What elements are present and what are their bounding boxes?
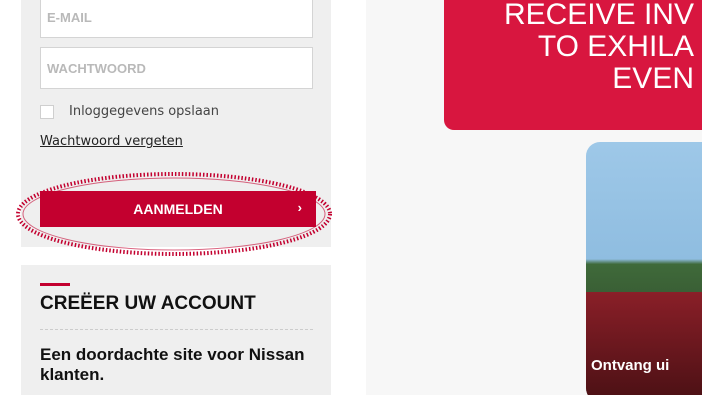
divider — [40, 329, 313, 330]
remember-label: Inloggegevens opslaan — [69, 104, 219, 119]
event-photo[interactable]: Ontvang ui — [586, 142, 702, 395]
email-field[interactable] — [40, 0, 313, 38]
car-image — [586, 292, 702, 395]
password-field[interactable] — [40, 47, 313, 89]
remember-login-row[interactable]: Inloggegevens opslaan — [40, 104, 219, 119]
create-account-description: Een doordachte site voor Nissan klanten. — [40, 345, 305, 384]
promo-line-3: EVEN — [612, 62, 694, 95]
promo-line-2: TO EXHILA — [537, 30, 694, 63]
accent-bar — [40, 283, 70, 286]
hero-area: RECEIVE INV TO EXHILA EVEN Ontvang ui — [366, 0, 702, 395]
promo-line-1: RECEIVE INV — [503, 0, 694, 31]
remember-checkbox[interactable] — [40, 104, 54, 119]
photo-caption: Ontvang ui — [591, 357, 670, 374]
promo-banner[interactable]: RECEIVE INV TO EXHILA EVEN — [444, 0, 702, 130]
highlight-ellipse — [16, 172, 332, 256]
create-account-panel: CREËER UW ACCOUNT Een doordachte site vo… — [21, 265, 331, 395]
sidebar: Inloggegevens opslaan Wachtwoord vergete… — [0, 0, 366, 395]
forgot-password-link[interactable]: Wachtwoord vergeten — [40, 134, 183, 149]
create-account-title: CREËER UW ACCOUNT — [40, 293, 256, 314]
